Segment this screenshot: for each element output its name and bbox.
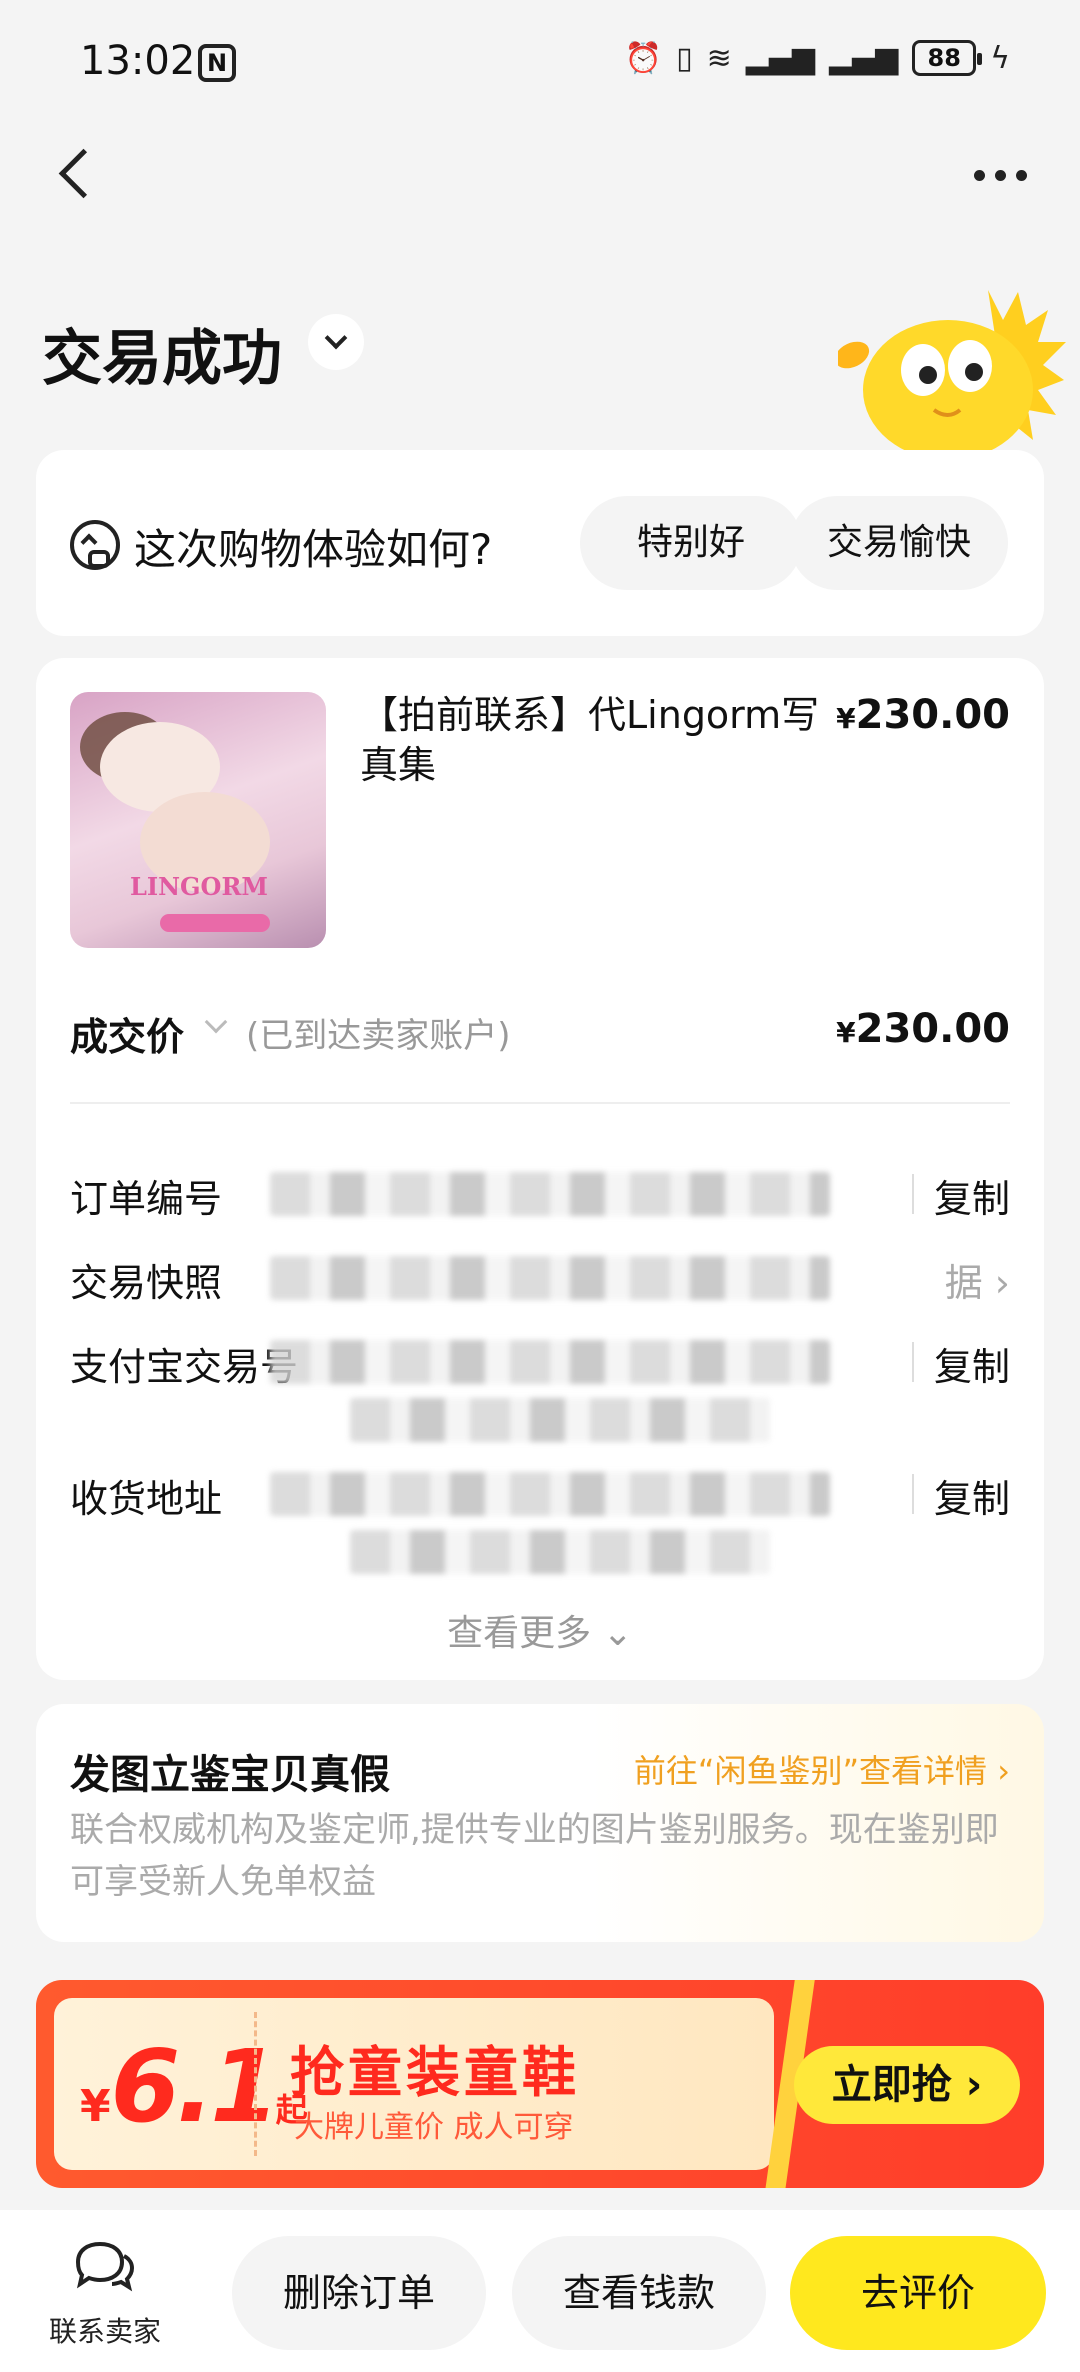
snapshot-label: 交易快照 bbox=[70, 1261, 223, 1305]
status-bar: 13:02 N ⏰ ▯ ≋ ▂▄▆ ▂▄▆ 88 ϟ bbox=[0, 0, 1080, 130]
appraise-description: 联合权威机构及鉴定师,提供专业的图片鉴别服务。现在鉴别即可享受新人免单权益 bbox=[70, 1810, 999, 1902]
page-title: 交易成功 bbox=[42, 324, 282, 394]
back-button[interactable] bbox=[48, 138, 108, 208]
copy-alipay-trade-button[interactable]: 复制 bbox=[934, 1336, 1010, 1391]
snapshot-value bbox=[270, 1256, 830, 1300]
divider bbox=[70, 1102, 1010, 1104]
chat-icon bbox=[75, 2241, 135, 2292]
alipay-trade-value-line2 bbox=[350, 1398, 770, 1442]
status-icons: ⏰ ▯ ≋ ▂▄▆ ▂▄▆ 88 ϟ bbox=[625, 40, 1010, 76]
promo-banner[interactable]: ¥6.1起 抢童装童鞋 大牌儿童价 成人可穿 立即抢 › bbox=[36, 1980, 1044, 2188]
deal-price: ¥230.00 bbox=[836, 1006, 1010, 1052]
signal-icon: ▂▄▆ bbox=[745, 40, 815, 76]
alarm-icon: ⏰ bbox=[624, 40, 663, 76]
copy-order-number-button[interactable]: 复制 bbox=[934, 1168, 1010, 1223]
promo-cta-button[interactable]: 立即抢 › bbox=[794, 2046, 1020, 2124]
view-payment-button[interactable]: 查看钱款 bbox=[512, 2236, 766, 2350]
title-expand-button[interactable] bbox=[308, 314, 364, 370]
status-time: 13:02 bbox=[80, 38, 196, 84]
vibrate-icon: ▯ bbox=[676, 40, 693, 76]
appraise-card[interactable]: 发图立鉴宝贝真假 前往“闲鱼鉴别”查看详情 › 联合权威机构及鉴定师,提供专业的… bbox=[36, 1704, 1044, 1942]
battery-icon: 88 bbox=[912, 40, 983, 76]
bottom-action-bar: 联系卖家 删除订单 查看钱款 去评价 bbox=[0, 2210, 1080, 2372]
order-card: LINGORM 【拍前联系】代Lingorm写真集 ¥230.00 成交价 (已… bbox=[36, 658, 1044, 1680]
promo-subtitle: 大牌儿童价 成人可穿 bbox=[294, 2110, 574, 2145]
address-value-line2 bbox=[350, 1530, 770, 1574]
nfc-icon: N bbox=[198, 44, 236, 82]
see-more-button[interactable]: 查看更多 ⌄ bbox=[36, 1604, 1044, 1656]
chevron-down-icon: ⌄ bbox=[602, 1613, 633, 1654]
delete-order-button[interactable]: 删除订单 bbox=[232, 2236, 486, 2350]
dot-icon bbox=[973, 169, 985, 181]
order-number-value bbox=[270, 1172, 830, 1216]
product-image-text: LINGORM bbox=[130, 872, 268, 901]
alipay-trade-label: 支付宝交易号 bbox=[70, 1345, 299, 1389]
charging-icon: ϟ bbox=[990, 40, 1010, 76]
promo-title: 抢童装童鞋 bbox=[290, 2041, 580, 2104]
snapshot-link[interactable]: 据 › bbox=[945, 1252, 1010, 1307]
wifi-icon: ≋ bbox=[706, 40, 732, 76]
appraise-link[interactable]: 前往“闲鱼鉴别”查看详情 › bbox=[634, 1746, 1010, 1792]
chevron-down-icon[interactable] bbox=[204, 1010, 228, 1034]
product-image[interactable]: LINGORM bbox=[70, 692, 326, 948]
deal-price-label[interactable]: 成交价 bbox=[70, 1006, 184, 1061]
review-button[interactable]: 去评价 bbox=[790, 2236, 1046, 2350]
address-value bbox=[270, 1472, 830, 1516]
contact-seller-button[interactable]: 联系卖家 bbox=[30, 2230, 180, 2350]
deal-price-note: (已到达卖家账户) bbox=[246, 1016, 511, 1056]
product-title[interactable]: 【拍前联系】代Lingorm写真集 bbox=[360, 690, 840, 790]
product-price: ¥230.00 bbox=[836, 692, 1010, 738]
emoji-icon bbox=[70, 520, 120, 570]
address-label: 收货地址 bbox=[70, 1477, 223, 1521]
rating-option-great[interactable]: 特别好 bbox=[580, 496, 802, 590]
copy-address-button[interactable]: 复制 bbox=[934, 1468, 1010, 1523]
promo-price: ¥6.1起 bbox=[80, 2028, 308, 2145]
signal-icon: ▂▄▆ bbox=[828, 40, 899, 76]
rating-option-happy[interactable]: 交易愉快 bbox=[790, 496, 1008, 590]
order-number-label: 订单编号 bbox=[70, 1177, 223, 1221]
rating-question: 这次购物体验如何? bbox=[134, 525, 493, 574]
dot-icon bbox=[994, 169, 1006, 181]
mascot-illustration bbox=[838, 290, 1066, 460]
contact-seller-label: 联系卖家 bbox=[48, 2315, 161, 2348]
rating-card: 这次购物体验如何? 特别好 交易愉快 bbox=[36, 450, 1044, 636]
more-button[interactable] bbox=[960, 150, 1040, 200]
appraise-title: 发图立鉴宝贝真假 bbox=[70, 1752, 390, 1798]
alipay-trade-value bbox=[270, 1340, 830, 1384]
dot-icon bbox=[1015, 169, 1027, 181]
